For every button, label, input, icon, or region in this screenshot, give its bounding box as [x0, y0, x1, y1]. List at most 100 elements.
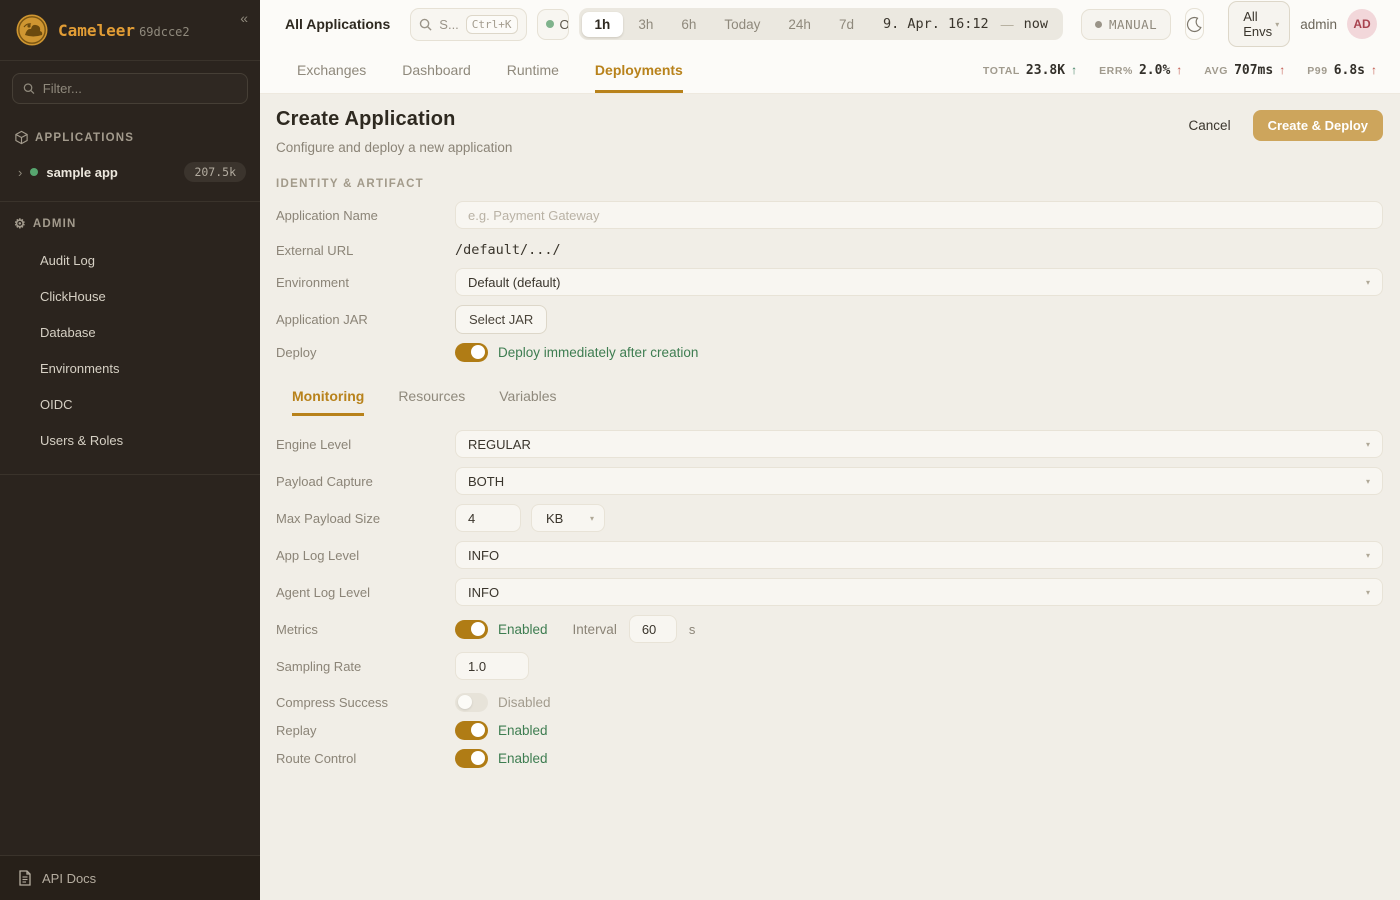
env-select[interactable]: All Envs ▾: [1228, 1, 1290, 47]
app-log-level-label: App Log Level: [276, 548, 455, 563]
application-name-row: Application Name: [276, 201, 1383, 229]
payload-capture-row: Payload Capture BOTH ▾: [276, 467, 1383, 495]
max-payload-unit-select[interactable]: KB ▾: [531, 504, 605, 532]
filter-input[interactable]: [43, 81, 237, 96]
metrics-label: Metrics: [276, 622, 455, 637]
sidebar: Cameleer69dcce2 « APPLICATIONS › sample …: [0, 0, 260, 900]
environment-select[interactable]: Default (default) ▾: [455, 268, 1383, 296]
route-control-row: Route Control Enabled: [276, 746, 1383, 770]
agent-log-level-label: Agent Log Level: [276, 585, 455, 600]
app-count-badge: 207.5k: [184, 162, 246, 182]
max-payload-size-row: Max Payload Size KB ▾: [276, 504, 1383, 532]
sidebar-collapse-icon[interactable]: «: [240, 10, 248, 26]
stat-avg-value: 707ms: [1234, 63, 1273, 78]
stat-p99: P99 6.8s ↑: [1307, 63, 1377, 78]
replay-toggle[interactable]: [455, 721, 488, 740]
replay-state-text: Enabled: [498, 723, 548, 738]
tab-monitoring[interactable]: Monitoring: [292, 388, 364, 416]
time-range-today[interactable]: Today: [711, 12, 773, 37]
stat-avg-label: AVG: [1204, 65, 1228, 77]
tab-exchanges[interactable]: Exchanges: [297, 48, 366, 93]
trend-up-icon: ↑: [1279, 63, 1285, 77]
sampling-rate-row: Sampling Rate: [276, 652, 1383, 680]
sidebar-item-environments[interactable]: Environments: [0, 354, 260, 383]
deploy-toggle[interactable]: [455, 343, 488, 362]
metrics-state-text: Enabled: [498, 622, 548, 637]
moon-icon: [1186, 16, 1203, 33]
chevron-right-icon[interactable]: ›: [18, 165, 22, 180]
application-name-input[interactable]: [468, 208, 1370, 223]
tab-resources[interactable]: Resources: [398, 388, 465, 416]
user-area: admin AD: [1300, 9, 1377, 39]
environment-label: Environment: [276, 275, 455, 290]
chevron-down-icon: ▾: [1366, 551, 1370, 560]
applications-section-header: APPLICATIONS: [0, 130, 260, 145]
chevron-down-icon: ▾: [1366, 588, 1370, 597]
route-control-state-text: Enabled: [498, 751, 548, 766]
sidebar-item-oidc[interactable]: OIDC: [0, 390, 260, 419]
compress-success-toggle[interactable]: [455, 693, 488, 712]
refresh-mode-button[interactable]: MANUAL: [1081, 9, 1171, 40]
online-dot-icon: [546, 20, 554, 28]
metrics-toggle[interactable]: [455, 620, 488, 639]
metrics-interval-input[interactable]: [629, 615, 677, 643]
sidebar-item-sample-app[interactable]: › sample app 207.5k: [0, 157, 260, 187]
time-range-3h[interactable]: 3h: [625, 12, 666, 37]
stat-avg: AVG 707ms ↑: [1204, 63, 1285, 78]
avatar[interactable]: AD: [1347, 9, 1377, 39]
time-to-value[interactable]: now: [1018, 11, 1060, 37]
sidebar-item-audit-log[interactable]: Audit Log: [0, 246, 260, 275]
application-jar-label: Application JAR: [276, 312, 455, 327]
user-name-label: admin: [1300, 17, 1337, 32]
sampling-rate-input[interactable]: [455, 652, 529, 680]
time-range-separator: —: [999, 17, 1016, 32]
trend-up-icon: ↑: [1071, 63, 1077, 77]
agent-log-level-row: Agent Log Level INFO ▾: [276, 578, 1383, 606]
create-deploy-button[interactable]: Create & Deploy: [1253, 110, 1383, 141]
sidebar-divider: [0, 201, 260, 202]
environment-row: Environment Default (default) ▾: [276, 268, 1383, 296]
trend-up-icon: ↑: [1176, 63, 1182, 77]
time-range-6h[interactable]: 6h: [668, 12, 709, 37]
compress-success-label: Compress Success: [276, 695, 455, 710]
time-range-7d[interactable]: 7d: [826, 12, 867, 37]
sidebar-item-clickhouse[interactable]: ClickHouse: [0, 282, 260, 311]
brand-version: 69dcce2: [139, 25, 190, 39]
engine-level-label: Engine Level: [276, 437, 455, 452]
dark-mode-toggle[interactable]: [1185, 8, 1204, 40]
sidebar-item-users-roles[interactable]: Users & Roles: [0, 426, 260, 455]
main-area: All Applications S... Ctrl+K O 1h 3h 6h …: [260, 0, 1400, 900]
time-range-24h[interactable]: 24h: [775, 12, 824, 37]
sidebar-item-database[interactable]: Database: [0, 318, 260, 347]
applications-header-label: APPLICATIONS: [35, 132, 134, 144]
payload-capture-value: BOTH: [468, 474, 504, 489]
select-jar-button[interactable]: Select JAR: [455, 305, 547, 334]
deploy-toggle-text: Deploy immediately after creation: [498, 345, 698, 360]
tab-dashboard[interactable]: Dashboard: [402, 48, 471, 93]
filter-box[interactable]: [12, 73, 248, 104]
time-from-value[interactable]: 9. Apr. 16:12: [869, 11, 997, 37]
cancel-button[interactable]: Cancel: [1181, 112, 1239, 139]
global-search[interactable]: S... Ctrl+K: [410, 8, 526, 41]
engine-level-select[interactable]: REGULAR ▾: [455, 430, 1383, 458]
engine-level-row: Engine Level REGULAR ▾: [276, 430, 1383, 458]
online-status-text: O: [560, 17, 569, 32]
max-payload-size-input[interactable]: [455, 504, 521, 532]
agent-log-level-select[interactable]: INFO ▾: [455, 578, 1383, 606]
env-selected-value: All Envs: [1243, 9, 1275, 39]
sidebar-spacer: [0, 475, 260, 855]
manual-dot-icon: [1095, 21, 1102, 28]
tab-runtime[interactable]: Runtime: [507, 48, 559, 93]
tab-deployments[interactable]: Deployments: [595, 48, 683, 93]
tab-variables[interactable]: Variables: [499, 388, 556, 416]
time-range-1h[interactable]: 1h: [582, 12, 624, 37]
admin-header-label: ADMIN: [33, 218, 77, 230]
api-docs-link[interactable]: API Docs: [0, 855, 260, 900]
max-payload-unit-value: KB: [546, 511, 563, 526]
route-control-toggle[interactable]: [455, 749, 488, 768]
app-log-level-select[interactable]: INFO ▾: [455, 541, 1383, 569]
replay-label: Replay: [276, 723, 455, 738]
app-name-label: sample app: [46, 165, 176, 180]
online-status-pill[interactable]: O: [537, 9, 569, 40]
payload-capture-select[interactable]: BOTH ▾: [455, 467, 1383, 495]
